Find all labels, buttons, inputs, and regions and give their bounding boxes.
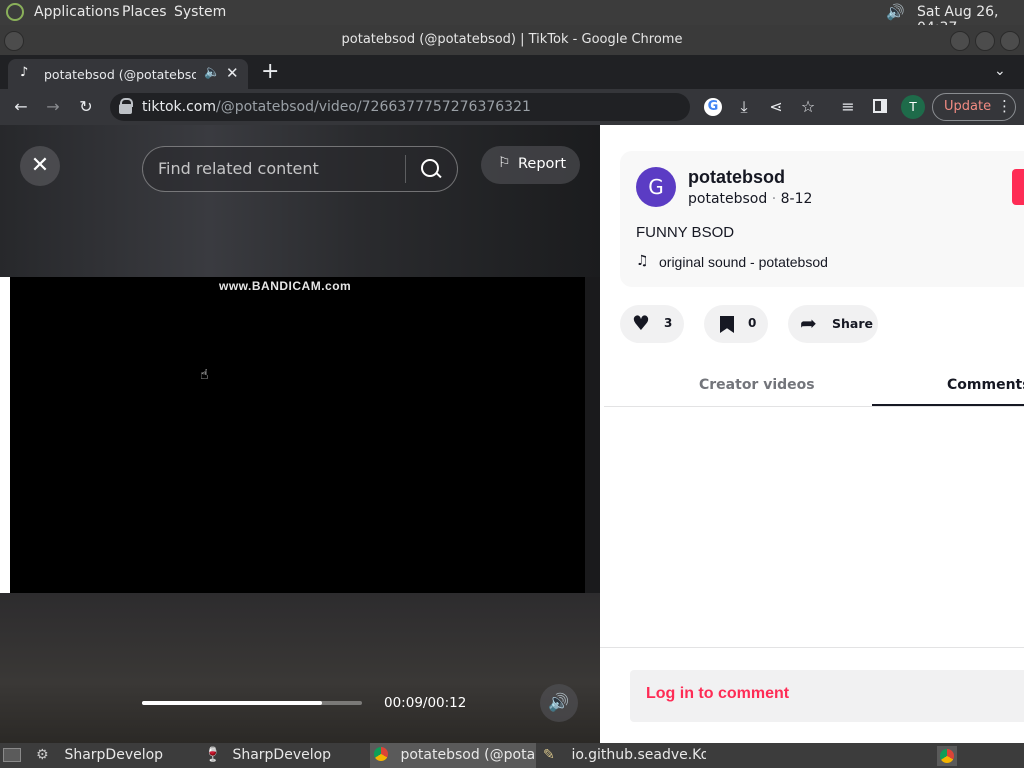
post-date: 8-12 [780, 191, 813, 207]
text-editor-icon: ✎ [543, 747, 555, 763]
video-watermark: www.BANDICAM.com [219, 279, 352, 293]
author-avatar[interactable]: G [636, 167, 676, 207]
sound-link[interactable]: original sound - potatebsod [659, 254, 828, 270]
bookmark-star-icon[interactable]: ☆ [798, 97, 818, 117]
update-button[interactable]: Update ⋮ [932, 93, 1016, 121]
share-label: Share [832, 316, 873, 331]
music-note-icon: ♫ [636, 253, 649, 269]
google-lens-icon[interactable]: G [704, 98, 722, 116]
report-label: Report [518, 156, 567, 172]
url-host: tiktok.com [142, 99, 216, 115]
follow-button[interactable] [1012, 169, 1024, 205]
distro-logo-icon[interactable] [6, 3, 24, 21]
maximize-button[interactable] [975, 31, 995, 51]
progress-bar[interactable] [142, 701, 362, 705]
related-search-input[interactable]: Find related content [158, 159, 319, 178]
close-video-button[interactable]: ✕ [20, 146, 60, 186]
side-panel-icon[interactable] [873, 99, 887, 113]
url-path: /@potatebsod/video/7266377757276376321 [216, 99, 531, 115]
close-window-button[interactable] [1000, 31, 1020, 51]
tab-search-chevron-icon[interactable]: ⌄ [994, 63, 1006, 79]
chrome-icon [374, 747, 388, 761]
taskbar-item-sharpdevelop-1[interactable]: ⚙ SharpDevelop [36, 743, 202, 768]
minimize-button[interactable] [950, 31, 970, 51]
volume-button[interactable]: 🔊 [540, 684, 578, 722]
wine-icon: 🍷 [204, 747, 222, 763]
flag-icon: ⚐ [498, 155, 511, 171]
save-count: 0 [748, 316, 757, 330]
tab-comments[interactable]: Comments [947, 377, 1024, 393]
author-card: G potatebsod potatebsod · 8-12 FUNNY BSO… [620, 151, 1024, 287]
bookmark-icon [720, 316, 734, 333]
tab-title: potatebsod (@potatebsod [44, 67, 196, 82]
tab-audio-icon[interactable]: 🔈 [204, 65, 220, 80]
tray-chrome-icon[interactable] [937, 746, 957, 766]
forward-button[interactable]: → [43, 97, 63, 117]
post-caption: FUNNY BSOD [636, 224, 735, 241]
kebab-menu-icon[interactable]: ⋮ [997, 97, 1012, 115]
taskbar-item-chrome[interactable]: potatebsod (@pota… [370, 743, 536, 768]
like-count: 3 [664, 316, 673, 330]
window-titlebar[interactable]: potatebsod (@potatebsod) | TikTok - Goog… [0, 25, 1024, 55]
menu-system[interactable]: System [174, 4, 226, 20]
back-button[interactable]: ← [11, 97, 31, 117]
tab-close-icon[interactable]: ✕ [226, 64, 239, 82]
menu-applications[interactable]: Applications [34, 4, 120, 20]
new-tab-button[interactable]: + [261, 59, 279, 84]
menu-places[interactable]: Places [122, 4, 167, 20]
url-text[interactable]: tiktok.com/@potatebsod/video/72663777572… [142, 99, 531, 115]
desktop-top-panel: Applications Places System 🔊 Sat Aug 26,… [0, 0, 1024, 36]
media-control-icon[interactable]: ≡ [838, 97, 858, 117]
share-button[interactable]: ➦ Share [788, 305, 878, 343]
update-label: Update [944, 99, 992, 114]
taskbar-item-kooha[interactable]: ✎ io.github.seadve.Ko… [540, 743, 706, 768]
profile-avatar[interactable]: T [901, 95, 925, 119]
time-display: 00:09/00:12 [384, 695, 467, 711]
like-button[interactable]: ♥ 3 [620, 305, 684, 343]
related-search-box[interactable]: Find related content [142, 146, 458, 192]
login-to-comment-link[interactable]: Log in to comment [646, 685, 789, 703]
author-subline: potatebsod · 8-12 [688, 191, 813, 207]
author-username[interactable]: potatebsod [688, 167, 785, 188]
share-page-icon[interactable]: ⋖ [766, 97, 786, 117]
show-desktop-icon[interactable] [3, 748, 21, 762]
tab-creator-videos[interactable]: Creator videos [699, 377, 815, 393]
address-bar[interactable]: tiktok.com/@potatebsod/video/72663777572… [110, 93, 690, 121]
desktop-taskbar: ⚙ SharpDevelop 🍷 SharpDevelop potatebsod… [0, 743, 1024, 768]
install-app-icon[interactable]: ⤓ [734, 97, 754, 117]
tiktok-favicon-icon: ♪ [20, 65, 29, 80]
heart-icon: ♥ [632, 311, 650, 335]
video-player: www.BANDICAM.com ☝ ✕ Find related conten… [0, 125, 600, 743]
video-frame[interactable]: www.BANDICAM.com ☝ [10, 277, 585, 593]
window-title: potatebsod (@potatebsod) | TikTok - Goog… [341, 32, 683, 47]
save-button[interactable]: 0 [704, 305, 768, 343]
login-to-comment-bar[interactable]: Log in to comment [630, 670, 1024, 722]
sharpdevelop-icon: ⚙ [36, 747, 49, 763]
volume-icon[interactable]: 🔊 [886, 3, 905, 21]
author-nickname[interactable]: potatebsod [688, 191, 767, 207]
reload-button[interactable]: ↻ [76, 97, 96, 117]
tab-tiktok[interactable]: ♪ potatebsod (@potatebsod 🔈 ✕ [8, 59, 248, 89]
progress-fill [142, 701, 323, 705]
browser-toolbar: ← → ↻ tiktok.com/@potatebsod/video/72663… [0, 89, 1024, 125]
tab-strip: ♪ potatebsod (@potatebsod 🔈 ✕ + ⌄ [0, 55, 1024, 89]
report-button[interactable]: ⚐ Report [481, 146, 580, 184]
hand-cursor-icon: ☝ [200, 367, 209, 383]
taskbar-item-sharpdevelop-2[interactable]: 🍷 SharpDevelop [204, 743, 370, 768]
post-info-pane: G potatebsod potatebsod · 8-12 FUNNY BSO… [600, 125, 1024, 743]
share-arrow-icon: ➦ [800, 311, 817, 335]
active-tab-indicator [872, 404, 1024, 406]
